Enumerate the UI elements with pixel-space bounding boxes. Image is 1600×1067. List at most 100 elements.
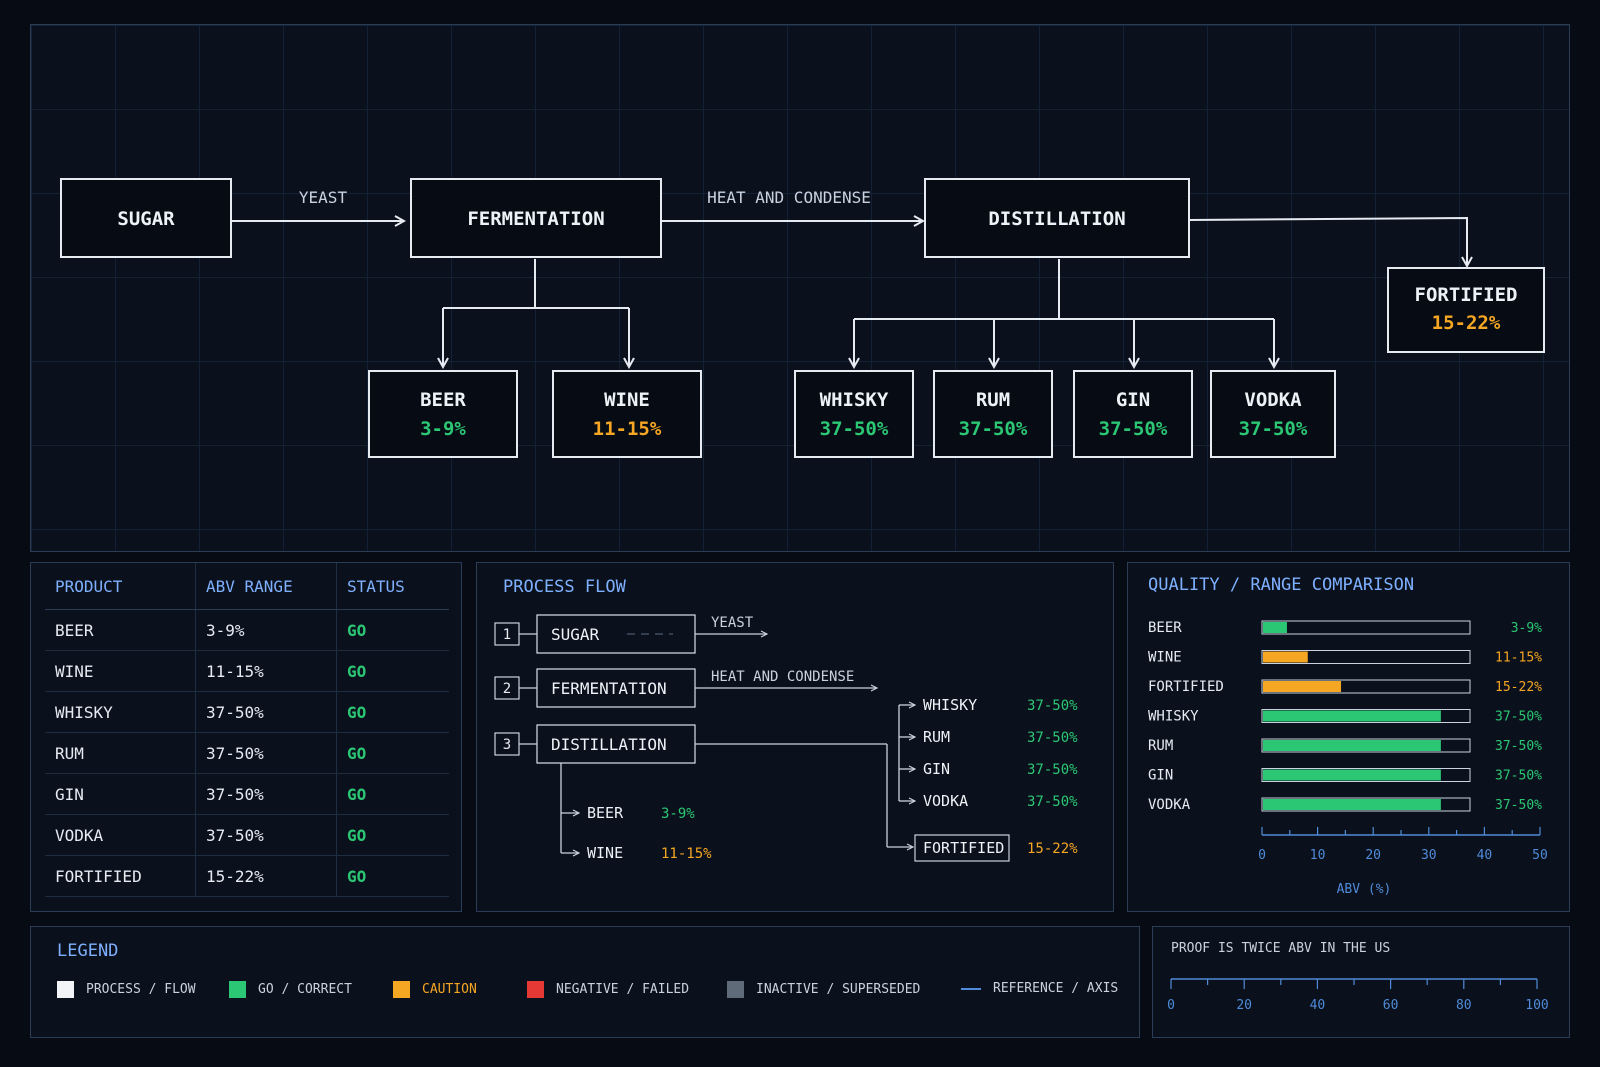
- bar-beer[interactable]: [1263, 622, 1287, 633]
- bar-label-fortified: FORTIFIED: [1148, 679, 1224, 695]
- svg-text:37-50%: 37-50%: [1099, 418, 1168, 440]
- legend-swatch-green: [229, 981, 246, 998]
- output-fortified: FORTIFIED: [923, 839, 1004, 857]
- svg-text:3-9%: 3-9%: [420, 418, 466, 440]
- node-whisky[interactable]: WHISKY 37-50%: [794, 370, 914, 458]
- table-row[interactable]: GIN 37-50% GO: [45, 773, 449, 815]
- legend-swatch-orange: [393, 981, 410, 998]
- table-row[interactable]: RUM 37-50% GO: [45, 732, 449, 774]
- bar-range-label-rum: 37-50%: [1495, 739, 1542, 754]
- x-tick-label: 50: [1532, 848, 1548, 863]
- bar-whisky[interactable]: [1263, 710, 1441, 722]
- edge-label-heat-condense: HEAT AND CONDENSE: [711, 669, 854, 685]
- legend-label: CAUTION: [422, 982, 477, 997]
- cell-status: GO: [336, 732, 449, 774]
- cell-abv: 37-50%: [195, 773, 337, 815]
- cell-product: WINE: [45, 650, 196, 692]
- cell-abv: 11-15%: [195, 650, 337, 692]
- bar-fortified[interactable]: [1263, 681, 1342, 692]
- column-header-product[interactable]: PRODUCT: [45, 563, 196, 610]
- process-flow-diagram: 1 SUGAR YEAST 2 FERMENTATION HEAT AND CO…: [494, 614, 1078, 862]
- process-flow-panel: PROCESS FLOW 1 SUGAR YEAST 2 FERMENTATIO…: [476, 562, 1114, 912]
- edge-distillation-fortified: [1188, 216, 1467, 266]
- output-fortified-box[interactable]: FORTIFIED: [914, 834, 1010, 862]
- bar-label-wine: WINE: [1148, 650, 1182, 666]
- svg-text:FERMENTATION: FERMENTATION: [467, 208, 604, 230]
- node-vodka[interactable]: VODKA 37-50%: [1210, 370, 1336, 458]
- output-wine: WINE: [587, 844, 623, 862]
- bar-gin[interactable]: [1263, 769, 1441, 781]
- quality-panel: QUALITY / RANGE COMPARISON BEER 3-9% WINE 1…: [1127, 562, 1570, 912]
- legend-item-reference: REFERENCE / AXIS: [961, 981, 1118, 996]
- legend-swatch-gray: [727, 981, 744, 998]
- legend-item-inactive: INACTIVE / SUPERSEDED: [727, 981, 920, 998]
- node-rum[interactable]: RUM 37-50%: [933, 370, 1053, 458]
- step-2[interactable]: 2 FERMENTATION: [494, 668, 696, 708]
- legend-title: LEGEND: [57, 941, 119, 961]
- table-row[interactable]: WINE 11-15% GO: [45, 650, 449, 692]
- svg-text:37-50%: 37-50%: [1239, 418, 1308, 440]
- output-vodka: VODKA: [923, 792, 968, 810]
- step-number: 1: [503, 627, 511, 643]
- svg-text:GIN: GIN: [1116, 389, 1150, 411]
- bar-wine[interactable]: [1263, 651, 1308, 663]
- legend-item-caution: CAUTION: [393, 981, 477, 998]
- column-header-abv-range[interactable]: ABV RANGE: [195, 563, 337, 610]
- main-diagram: YEAST HEAT AND CONDENSE SUGAR FERMENTATI…: [60, 178, 1545, 458]
- cell-status: GO: [336, 650, 449, 692]
- node-beer[interactable]: BEER 3-9%: [368, 370, 518, 458]
- bar-range-label-beer: 3-9%: [1511, 621, 1542, 636]
- column-header-status[interactable]: STATUS: [336, 563, 449, 610]
- edge-label-yeast: YEAST: [299, 188, 348, 207]
- output-whisky-abv: 37-50%: [1027, 698, 1078, 714]
- table-row[interactable]: WHISKY 37-50% GO: [45, 691, 449, 733]
- bar-label-gin: GIN: [1148, 768, 1173, 784]
- legend-swatch-red: [527, 981, 544, 998]
- cell-product: BEER: [45, 609, 196, 651]
- svg-text:RUM: RUM: [976, 389, 1010, 411]
- node-gin[interactable]: GIN 37-50%: [1073, 370, 1193, 458]
- edge-label-heat-condense: HEAT AND CONDENSE: [707, 188, 871, 207]
- node-distillation[interactable]: DISTILLATION: [924, 178, 1190, 258]
- step-1[interactable]: 1 SUGAR: [494, 614, 696, 654]
- proof-tick-label: 0: [1167, 998, 1175, 1013]
- node-wine[interactable]: WINE 11-15%: [552, 370, 702, 458]
- node-fortified[interactable]: FORTIFIED 15-22%: [1387, 267, 1545, 353]
- svg-text:37-50%: 37-50%: [959, 418, 1028, 440]
- bar-rum[interactable]: [1263, 740, 1441, 751]
- legend-label: REFERENCE / AXIS: [993, 981, 1119, 996]
- abv-bar-chart: BEER 3-9% WINE 11-15% FORTIFIED 15-22% WHISKY 3…: [1148, 620, 1548, 897]
- legend-label: INACTIVE / SUPERSEDED: [756, 982, 921, 997]
- cell-status: GO: [336, 855, 449, 897]
- edge-label-yeast: YEAST: [711, 615, 754, 631]
- node-fermentation[interactable]: FERMENTATION: [410, 178, 662, 258]
- legend-swatch-white: [57, 981, 74, 998]
- cell-product: WHISKY: [45, 691, 196, 733]
- cell-status: GO: [336, 773, 449, 815]
- output-gin: GIN: [923, 760, 950, 778]
- svg-text:WINE: WINE: [604, 389, 650, 411]
- node-sugar[interactable]: SUGAR: [60, 178, 232, 258]
- proof-tick-label: 20: [1236, 998, 1252, 1013]
- abv-table: PRODUCT ABV RANGE STATUS BEER 3-9% GO WINE…: [45, 563, 449, 897]
- x-axis-label: ABV (%): [1337, 882, 1392, 897]
- svg-text:VODKA: VODKA: [1244, 389, 1302, 411]
- proof-panel: PROOF IS TWICE ABV IN THE US 0 20 40 60 80 10…: [1152, 926, 1570, 1038]
- bar-label-whisky: WHISKY: [1148, 709, 1199, 725]
- table-row[interactable]: BEER 3-9% GO: [45, 609, 449, 651]
- x-tick-label: 20: [1365, 848, 1381, 863]
- legend-item-process: PROCESS / FLOW: [57, 981, 196, 998]
- cell-product: VODKA: [45, 814, 196, 856]
- x-tick-label: 0: [1258, 848, 1266, 863]
- cell-abv: 37-50%: [195, 691, 337, 733]
- bar-range-label-vodka: 37-50%: [1495, 798, 1542, 813]
- step-3[interactable]: 3 DISTILLATION: [494, 724, 696, 764]
- bar-vodka[interactable]: [1263, 799, 1441, 810]
- bar-label-vodka: VODKA: [1148, 797, 1191, 813]
- table-row[interactable]: VODKA 37-50% GO: [45, 814, 449, 856]
- svg-text:SUGAR: SUGAR: [117, 208, 175, 230]
- cell-status: GO: [336, 814, 449, 856]
- proof-tick-label: 60: [1383, 998, 1399, 1013]
- cell-abv: 37-50%: [195, 732, 337, 774]
- table-row[interactable]: FORTIFIED 15-22% GO: [45, 855, 449, 897]
